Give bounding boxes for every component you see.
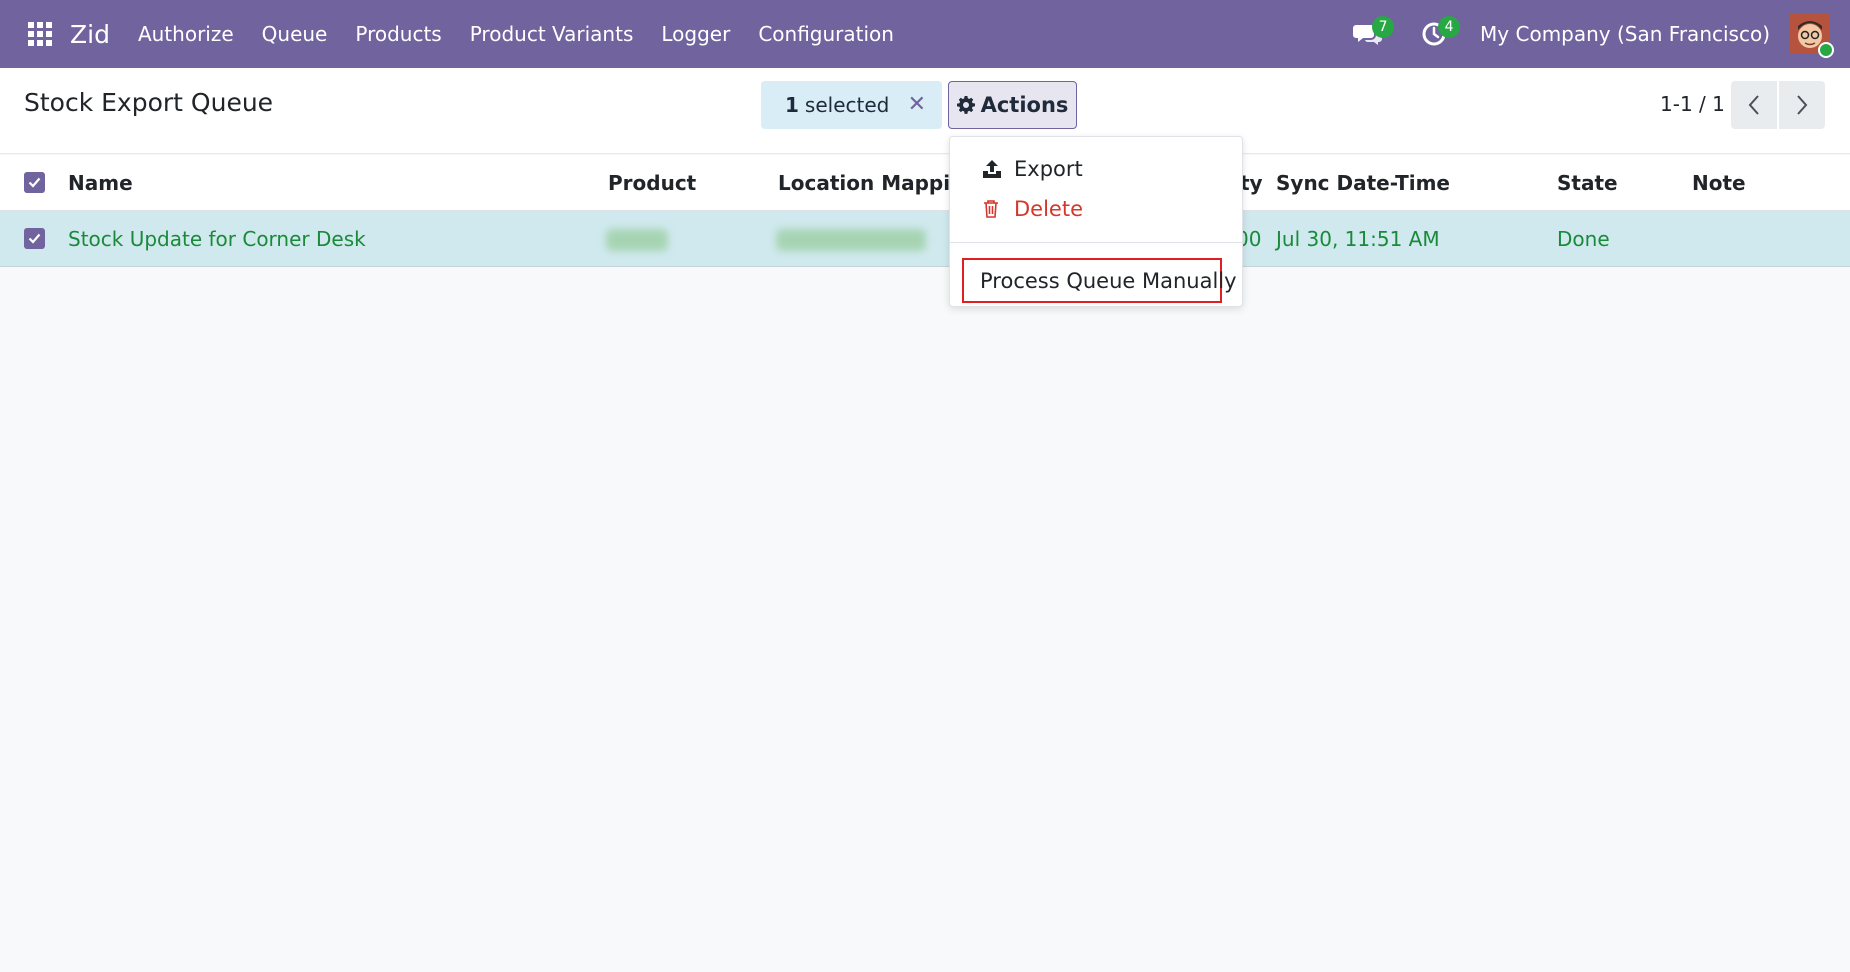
trash-icon (982, 199, 1004, 219)
upload-icon (982, 159, 1004, 179)
menu-item-delete-label: Delete (1014, 197, 1083, 221)
column-header-quantity[interactable]: ty (1240, 171, 1263, 195)
menu-authorize[interactable]: Authorize (124, 22, 248, 46)
user-avatar[interactable] (1790, 14, 1834, 58)
menu-products[interactable]: Products (341, 22, 455, 46)
systray: 7 4 My Company (San Francisco) (1348, 0, 1850, 68)
table-row[interactable]: Stock Update for Corner Desk 00 Jul 30, … (0, 211, 1850, 267)
messages-badge: 7 (1372, 16, 1395, 38)
column-header-state[interactable]: State (1557, 171, 1618, 195)
gear-icon (956, 96, 975, 114)
menu-item-export[interactable]: Export (982, 157, 1083, 181)
menu-item-export-label: Export (1014, 157, 1083, 181)
messages-button[interactable]: 7 (1348, 14, 1395, 54)
apps-grid-icon[interactable] (20, 14, 60, 54)
menu-divider (950, 242, 1242, 243)
activities-badge: 4 (1438, 16, 1461, 38)
list-view: Name Product Location Mapping ty Sync Da… (0, 155, 1850, 267)
menu-product-variants[interactable]: Product Variants (456, 22, 648, 46)
row-checkbox[interactable] (24, 228, 45, 249)
select-all-checkbox[interactable] (24, 172, 45, 193)
check-icon (28, 177, 41, 188)
menu-configuration[interactable]: Configuration (744, 22, 908, 46)
app-brand[interactable]: Zid (70, 20, 110, 49)
top-navbar: Zid Authorize Queue Products Product Var… (0, 0, 1850, 68)
menu-item-delete[interactable]: Delete (982, 197, 1083, 221)
column-header-name[interactable]: Name (68, 171, 133, 195)
pager-previous-button[interactable] (1731, 81, 1777, 129)
process-queue-manually-button[interactable]: Process Queue Manually (962, 258, 1237, 303)
row-name[interactable]: Stock Update for Corner Desk (68, 227, 366, 251)
column-header-product[interactable]: Product (608, 171, 696, 195)
online-status-icon (1818, 42, 1834, 58)
chevron-left-icon (1748, 95, 1759, 115)
company-switcher[interactable]: My Company (San Francisco) (1480, 22, 1770, 46)
actions-label: Actions (980, 93, 1069, 117)
column-header-note[interactable]: Note (1692, 171, 1746, 195)
menu-logger[interactable]: Logger (647, 22, 744, 46)
control-panel: Stock Export Queue 1 selected ✕ Actions … (0, 68, 1850, 154)
pager-value[interactable]: 1-1 / 1 (1660, 92, 1725, 116)
selection-indicator: 1 selected ✕ (761, 81, 942, 129)
menu-queue[interactable]: Queue (248, 22, 342, 46)
main-menu: Authorize Queue Products Product Variant… (124, 22, 908, 46)
row-product-blurred (606, 229, 668, 251)
row-location-mapping-blurred (776, 229, 926, 251)
activities-button[interactable]: 4 (1414, 14, 1461, 54)
actions-dropdown-menu: Export Delete Process Queue Manually (949, 136, 1243, 307)
row-state: Done (1557, 227, 1610, 251)
clear-selection-icon[interactable]: ✕ (908, 93, 926, 117)
pager-next-button[interactable] (1779, 81, 1825, 129)
selected-label: selected (804, 93, 890, 117)
table-header: Name Product Location Mapping ty Sync Da… (0, 155, 1850, 211)
check-icon (28, 233, 41, 244)
actions-button[interactable]: Actions (948, 81, 1077, 129)
page-title[interactable]: Stock Export Queue (24, 88, 273, 117)
selected-count: 1 (785, 93, 799, 117)
column-header-sync-date-time[interactable]: Sync Date-Time (1276, 171, 1450, 195)
chevron-right-icon (1797, 95, 1808, 115)
row-sync-date-time: Jul 30, 11:51 AM (1276, 227, 1440, 251)
